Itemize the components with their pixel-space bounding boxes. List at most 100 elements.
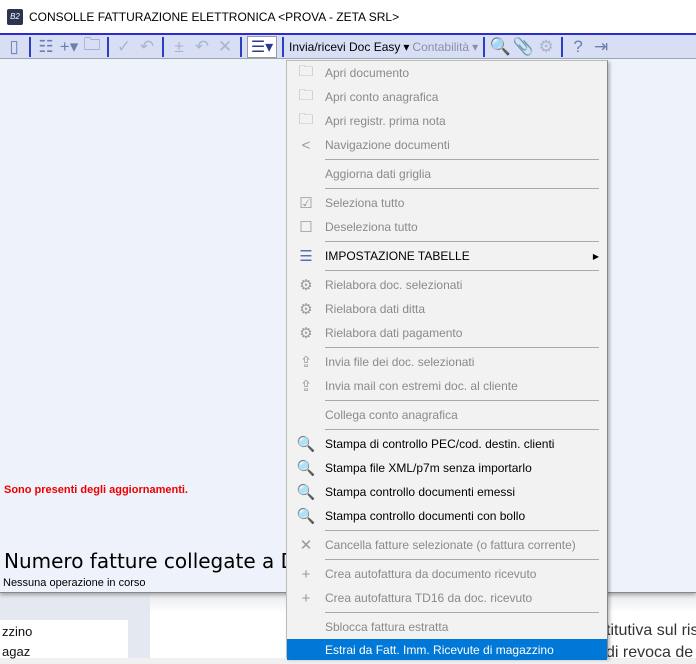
menu-item[interactable]: + Crea autofattura da documento ricevuto <box>287 562 607 586</box>
menu-item[interactable]: Sblocca fattura estratta <box>287 615 607 639</box>
upload-icon: ⇪ <box>299 354 313 371</box>
toolbar-separator <box>483 36 486 57</box>
menu-item[interactable]: ☑ Seleziona tutto <box>287 191 607 215</box>
menu-item-label: Estrai da Fatt. Imm. Ricevute di magazzi… <box>325 642 554 657</box>
menu-item[interactable]: 🔍 Stampa di controllo PEC/cod. destin. cl… <box>287 432 607 456</box>
app-icon: B2 <box>7 8 23 25</box>
menu-item-label: Crea autofattura TD16 da doc. ricevuto <box>325 591 533 605</box>
menu-item-label: Navigazione documenti <box>325 138 450 152</box>
toolbar: ▯ ☷ +▾ 🗀 ✓ ↶ ± ↶ ✕ ☰▾ Invia/ricevi Doc E… <box>0 33 696 59</box>
menu-item[interactable]: 🗀 Apri documento <box>287 61 607 85</box>
background-text-line: di revoca de <box>606 644 694 661</box>
plus-icon[interactable]: +▾ <box>59 37 79 57</box>
menu-item[interactable]: 🗀 Apri registr. prima nota <box>287 109 607 133</box>
share-icon: < <box>301 136 311 154</box>
menu-item-label: Collega conto anagrafica <box>325 408 458 422</box>
menu-item-label: Apri registr. prima nota <box>325 114 446 128</box>
chevron-down-icon: ▾ <box>472 39 479 54</box>
window-title: CONSOLLE FATTURAZIONE ELETTRONICA <PROVA… <box>29 9 400 24</box>
menu-item[interactable]: ☐ Deseleziona tutto <box>287 215 607 239</box>
folder-icon[interactable]: 🗀 <box>82 35 102 57</box>
menu-item-label: Stampa di controllo PEC/cod. destin. cli… <box>325 437 555 451</box>
menu-item-label: Sblocca fattura estratta <box>325 620 449 634</box>
menu-item[interactable]: ☰ IMPOSTAZIONE TABELLE ▶ <box>287 244 607 268</box>
background-text-line: titutiva sul ris <box>606 622 696 639</box>
menu-item[interactable]: ⚙ Rielabora dati ditta <box>287 297 607 321</box>
print-preview-icon: 🔍 <box>296 460 316 477</box>
undo-icon[interactable]: ↶ <box>137 37 157 57</box>
update-notice: Sono presenti degli aggiornamenti. <box>4 484 188 496</box>
folder-icon: 🗀 <box>298 86 314 104</box>
title-bar: B2 CONSOLLE FATTURAZIONE ELETTRONICA <PR… <box>0 0 696 33</box>
gears-icon: ⚙ <box>299 277 313 294</box>
toolbar-separator <box>29 36 31 57</box>
menu-item-label: Crea autofattura da documento ricevuto <box>325 567 537 581</box>
menu-button[interactable]: ☰▾ <box>247 35 277 58</box>
delete-row-icon[interactable]: ✕ <box>215 37 235 57</box>
menu-item[interactable]: Estrai da Fatt. Imm. Ricevute di magazzi… <box>287 639 607 660</box>
doc-easy-menu[interactable]: Invia/ricevi Doc Easy <box>289 40 400 54</box>
plus-icon: + <box>301 589 311 607</box>
menu-item-label: Stampa controllo documenti emessi <box>325 485 516 499</box>
hamburger-icon: ☰ <box>299 248 313 265</box>
menu-item[interactable]: + Crea autofattura TD16 da doc. ricevuto <box>287 586 607 610</box>
menu-item[interactable]: 🔍 Stampa controllo documenti con bollo <box>287 504 607 528</box>
menu-item[interactable]: ✕ Cancella fatture selezionate (o fattura… <box>287 533 607 557</box>
menu-item[interactable]: 🔍 Stampa controllo documenti emessi <box>287 480 607 504</box>
menu-item-label: Stampa controllo documenti con bollo <box>325 509 526 523</box>
dropdown-menu: 🗀 Apri documento 🗀 Apri conto anagrafica 🗀 Ap… <box>286 60 608 660</box>
panel-icon[interactable]: ▯ <box>4 37 24 57</box>
menu-item[interactable]: ⚙ Rielabora dati pagamento <box>287 321 607 345</box>
checkbox-checked-icon: ☑ <box>299 195 313 212</box>
plus-icon: + <box>301 565 311 583</box>
background-list: zzino agaz <box>0 620 128 660</box>
print-preview-icon: 🔍 <box>296 436 316 453</box>
revert-row-icon[interactable]: ↶ <box>192 37 212 57</box>
list-item[interactable]: agaz <box>0 640 128 660</box>
checkbox-empty-icon: ☐ <box>299 219 313 236</box>
print-preview-icon: 🔍 <box>296 508 316 525</box>
menu-item-label: Stampa file XML/p7m senza importarlo <box>325 461 532 475</box>
contabilita-menu[interactable]: Contabilità <box>412 40 469 54</box>
menu-item-label: Invia mail con estremi doc. al cliente <box>325 379 518 393</box>
toolbar-separator <box>240 36 242 57</box>
folder-icon: 🗀 <box>298 110 314 128</box>
menu-item-label: Aggiorna dati griglia <box>325 167 432 181</box>
menu-item-label: Seleziona tutto <box>325 196 405 210</box>
list-add-icon[interactable]: ☷ <box>36 37 56 57</box>
menu-item-label: Cancella fatture selezionate (o fattura … <box>325 538 576 552</box>
menu-item[interactable]: 🔍 Stampa file XML/p7m senza importarlo <box>287 456 607 480</box>
menu-item[interactable]: 🗀 Apri conto anagrafica <box>287 85 607 109</box>
toolbar-separator <box>107 36 109 57</box>
toolbar-separator <box>561 36 564 57</box>
menu-item-label: Deseleziona tutto <box>325 220 418 234</box>
gears-icon: ⚙ <box>299 325 313 342</box>
chevron-down-icon: ▾ <box>403 39 410 54</box>
print-preview-icon[interactable]: 🔍 <box>490 37 511 57</box>
menu-item[interactable]: Aggiorna dati griglia <box>287 162 607 186</box>
menu-item[interactable]: Collega conto anagrafica <box>287 403 607 427</box>
menu-item-label: Apri conto anagrafica <box>325 90 439 104</box>
status-text: Nessuna operazione in corso <box>3 577 146 589</box>
toolbar-separator <box>162 36 164 57</box>
menu-item-label: Invia file dei doc. selezionati <box>325 355 475 369</box>
gears-icon[interactable]: ⚙ <box>536 37 556 57</box>
menu-item-label: Apri documento <box>325 66 410 80</box>
print-preview-icon: 🔍 <box>296 484 316 501</box>
menu-item-label: Rielabora dati pagamento <box>325 326 463 340</box>
folder-icon: 🗀 <box>298 62 314 80</box>
exit-icon[interactable]: ⇥ <box>591 37 611 57</box>
check-icon[interactable]: ✓ <box>114 37 134 57</box>
toolbar-separator <box>282 36 284 57</box>
menu-item-label: Rielabora doc. selezionati <box>325 278 463 292</box>
insert-row-icon[interactable]: ± <box>169 37 189 57</box>
paperclip-icon[interactable]: 📎 <box>513 37 534 57</box>
help-icon[interactable]: ? <box>568 37 588 57</box>
menu-item-label: Rielabora dati ditta <box>325 302 426 316</box>
menu-item[interactable]: ⇪ Invia file dei doc. selezionati <box>287 350 607 374</box>
list-item[interactable]: zzino <box>0 620 128 640</box>
menu-item[interactable]: < Navigazione documenti <box>287 133 607 157</box>
menu-item[interactable]: ⚙ Rielabora doc. selezionati <box>287 273 607 297</box>
background-text: titutiva sul ris di revoca de <box>606 620 696 664</box>
menu-item[interactable]: ⇪ Invia mail con estremi doc. al cliente <box>287 374 607 398</box>
